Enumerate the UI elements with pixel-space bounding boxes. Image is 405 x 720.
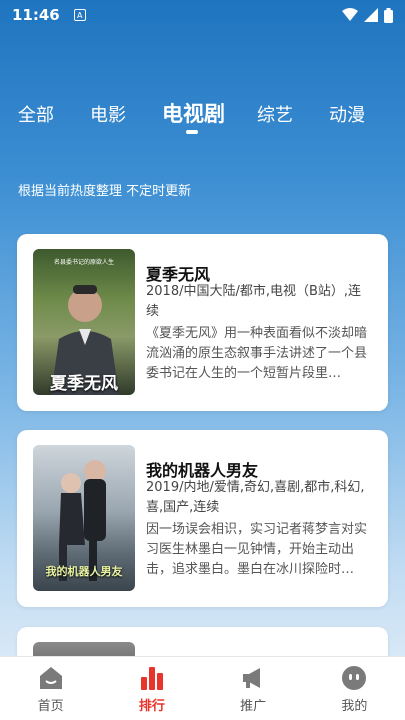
megaphone-icon — [243, 668, 261, 688]
nav-promote[interactable]: 推广 — [203, 657, 304, 720]
wifi-icon — [342, 8, 358, 21]
poster-tagline: 名县委书记的原欲人生 — [53, 259, 114, 266]
item-description: 因一场误会相识，实习记者蒋梦言对实习医生林墨白一见钟情，开始主动出击，追求墨白。… — [146, 522, 368, 577]
tab-anime[interactable]: 动漫 — [329, 101, 365, 127]
nav-profile[interactable]: 我的 — [304, 657, 405, 720]
category-tabs: 全部 电影 电视剧 综艺 动漫 — [0, 95, 405, 135]
poster-title: 我的机器人男友 — [45, 565, 123, 578]
ranking-card[interactable]: 名县委书记的原欲人生 夏季无风 夏季无风 2018/中国大陆/都市,电视（B站）… — [17, 234, 388, 411]
item-meta: 2018/中国大陆/都市,电视（B站）,连续 — [146, 284, 362, 319]
nav-ranking-label: 排行 — [138, 699, 165, 714]
profile-face-icon — [342, 666, 367, 690]
ranking-bars-icon — [140, 667, 163, 690]
battery-icon — [384, 7, 393, 23]
nav-promote-label: 推广 — [240, 699, 267, 714]
ranking-subtitle: 根据当前热度整理 不定时更新 — [18, 184, 192, 199]
poster-image: 名县委书记的原欲人生 夏季无风 — [33, 249, 135, 395]
item-description: 《夏季无风》用一种表面看似不淡却暗流汹涌的原生态叙事手法讲述了一个县委书记在人生… — [146, 326, 368, 381]
bottom-navigation: 首页 排行 推广 我的 — [0, 656, 405, 720]
tab-tv-series[interactable]: 电视剧 — [162, 98, 225, 128]
tab-variety[interactable]: 综艺 — [257, 101, 293, 127]
tab-all[interactable]: 全部 — [18, 101, 54, 127]
status-time: 11:46 — [12, 6, 60, 24]
nav-profile-label: 我的 — [341, 699, 368, 714]
nav-home-label: 首页 — [37, 699, 64, 714]
nav-ranking[interactable]: 排行 — [101, 657, 202, 720]
notification-a-icon: A — [73, 9, 86, 21]
tab-indicator — [186, 130, 198, 134]
item-meta: 2019/内地/爱情,奇幻,喜剧,都市,科幻,喜,国产,连续 — [146, 480, 365, 515]
status-icons — [342, 7, 393, 23]
signal-icon — [364, 8, 378, 22]
status-bar: 11:46 A — [0, 0, 405, 30]
home-icon — [39, 667, 62, 689]
ranking-card[interactable]: 我的机器人男友 我的机器人男友 2019/内地/爱情,奇幻,喜剧,都市,科幻,喜… — [17, 430, 388, 607]
nav-home[interactable]: 首页 — [0, 657, 101, 720]
poster-image: 我的机器人男友 — [33, 445, 135, 591]
tab-movie[interactable]: 电影 — [90, 101, 126, 127]
poster-title: 夏季无风 — [50, 374, 118, 394]
